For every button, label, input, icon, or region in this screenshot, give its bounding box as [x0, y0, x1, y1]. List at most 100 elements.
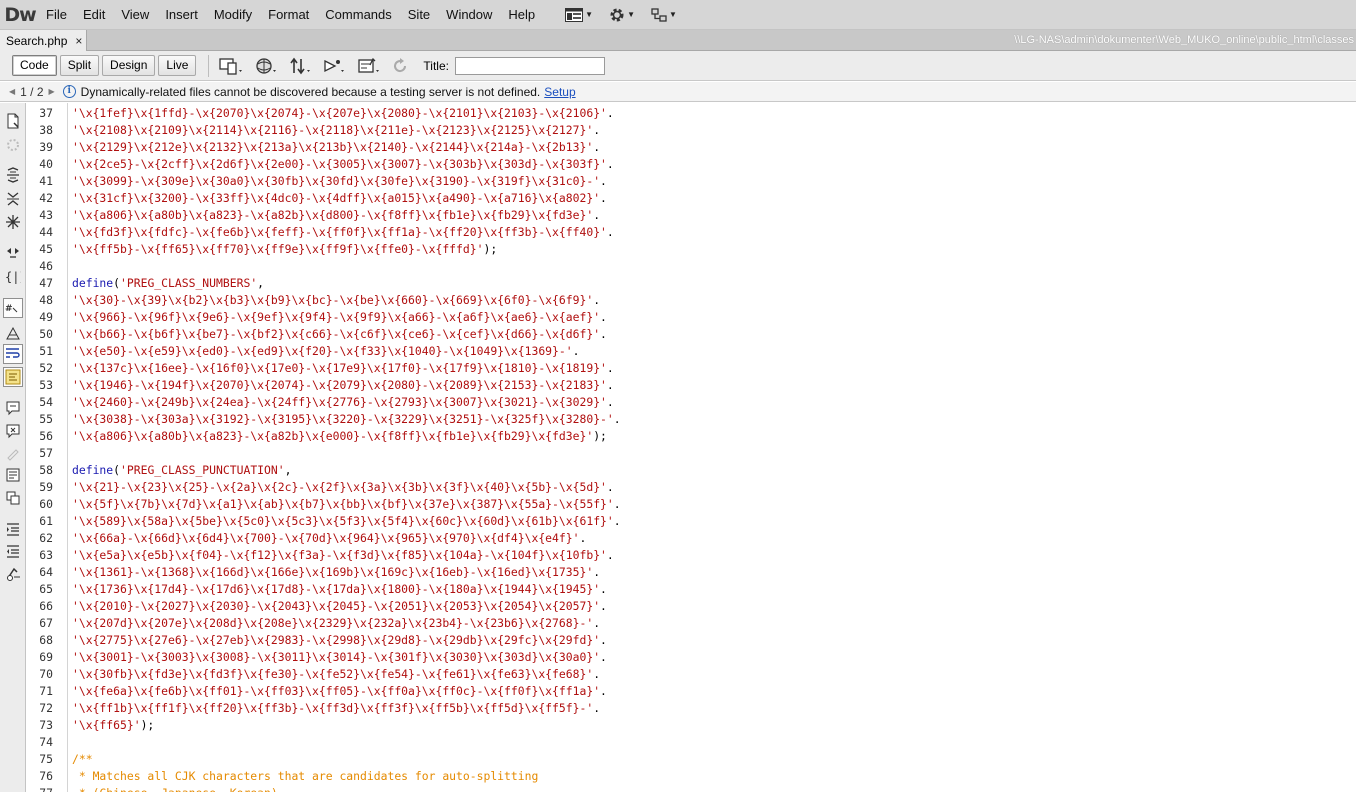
menu-format[interactable]: Format — [260, 0, 317, 30]
code-line[interactable]: 57 — [27, 445, 53, 462]
code-line[interactable]: 59 '\x{21}-\x{23}\x{25}-\x{2a}\x{2c}-\x{2… — [27, 479, 613, 496]
preview-in-browser-icon[interactable] — [255, 56, 279, 76]
setup-link[interactable]: Setup — [544, 85, 575, 99]
code-line[interactable]: 68 '\x{2775}\x{27e6}-\x{27eb}\x{2983}-\x{… — [27, 632, 607, 649]
collapse-selection-icon[interactable] — [5, 191, 21, 207]
word-wrap-toggle[interactable] — [3, 344, 23, 364]
design-view-button[interactable]: Design — [102, 55, 156, 76]
tab-search-php[interactable]: Search.php × — [0, 30, 87, 51]
code-line[interactable]: 63 '\x{e5a}\x{e5b}\x{f04}-\x{f12}\x{f3a}-… — [27, 547, 613, 564]
code-line[interactable]: 61 '\x{589}\x{58a}\x{5be}\x{5c0}\x{5c3}\x… — [27, 513, 620, 530]
previous-arrow-icon[interactable]: ◀ — [9, 87, 15, 96]
code-line[interactable]: 60 '\x{5f}\x{7b}\x{7d}\x{a1}\x{ab}\x{b7}\… — [27, 496, 620, 513]
expand-all-icon[interactable] — [5, 214, 21, 230]
outdent-code-icon[interactable] — [5, 543, 21, 559]
code-line[interactable]: 76 * Matches all CJK characters that are… — [27, 768, 538, 785]
code-line[interactable]: 50 '\x{b66}-\x{b6f}\x{be7}-\x{bf2}\x{c66}… — [27, 326, 607, 343]
code-token: . — [606, 361, 614, 375]
code-token: '\x{2ce5}-\x{2cff}\x{2d6f}\x{2e00}-\x{30… — [72, 157, 607, 171]
code-token: '\x{5f}\x{7b}\x{7d}\x{a1}\x{ab}\x{b7}\x{… — [72, 497, 614, 511]
code-line[interactable]: 70 '\x{30fb}\x{fd3e}\x{fd3f}\x{fe30}-\x{f… — [27, 666, 600, 683]
recent-snippets-icon[interactable] — [5, 467, 21, 483]
code-line[interactable]: 56 '\x{a806}\x{a80b}\x{a823}-\x{a82b}\x{e… — [27, 428, 607, 445]
visual-aids-icon[interactable] — [357, 56, 381, 76]
svg-text:#: # — [5, 304, 13, 314]
layout-menu-button[interactable]: ▼ — [565, 5, 593, 25]
format-source-code-icon[interactable] — [5, 566, 21, 582]
balance-braces-icon[interactable]: {|} — [5, 269, 21, 285]
code-line[interactable]: 67 '\x{207d}\x{207e}\x{208d}\x{208e}\x{23… — [27, 615, 600, 632]
code-line[interactable]: 65 '\x{1736}\x{17d4}-\x{17d6}\x{17d8}-\x{… — [27, 581, 607, 598]
code-line[interactable]: 49 '\x{966}-\x{96f}\x{9e6}-\x{9ef}\x{9f4}… — [27, 309, 607, 326]
code-line[interactable]: 48 '\x{30}-\x{39}\x{b2}\x{b3}\x{b9}\x{bc}… — [27, 292, 600, 309]
live-view-button[interactable]: Live — [158, 55, 197, 76]
code-line[interactable]: 75 /** — [27, 751, 92, 768]
code-line[interactable]: 40 '\x{2ce5}-\x{2cff}\x{2d6f}\x{2e00}-\x{… — [27, 156, 613, 173]
code-line[interactable]: 42 '\x{31cf}\x{3200}-\x{33ff}\x{4dc0}-\x{… — [27, 190, 607, 207]
title-input[interactable] — [454, 56, 605, 75]
multiscreen-icon[interactable] — [219, 56, 245, 76]
code-line[interactable]: 62 '\x{66a}-\x{66d}\x{6d4}\x{700}-\x{70d}… — [27, 530, 586, 547]
line-numbers-toggle[interactable]: # — [3, 298, 23, 318]
menu-commands[interactable]: Commands — [317, 0, 399, 30]
code-line[interactable]: 73 '\x{ff65}'); — [27, 717, 154, 734]
extensions-menu-button[interactable]: ▼ — [651, 5, 677, 25]
code-line[interactable]: 54 '\x{2460}-\x{249b}\x{24ea}-\x{24ff}\x{… — [27, 394, 613, 411]
indent-code-icon[interactable] — [5, 521, 21, 537]
code-line[interactable]: 38 '\x{2108}\x{2109}\x{2114}\x{2116}-\x{2… — [27, 122, 600, 139]
syntax-coloring-toggle[interactable] — [3, 367, 23, 387]
close-icon[interactable]: × — [75, 34, 82, 48]
code-line[interactable]: 43 '\x{a806}\x{a80b}\x{a823}-\x{a82b}\x{d… — [27, 207, 600, 224]
collapse-full-tag-icon[interactable] — [5, 167, 21, 183]
settings-menu-button[interactable]: ▼ — [609, 5, 635, 25]
refresh-icon[interactable] — [391, 56, 409, 76]
code-text: * (Chinese, Japanese, Korean). — [72, 785, 285, 792]
open-documents-icon[interactable] — [5, 113, 21, 129]
code-view-button[interactable]: Code — [12, 55, 57, 76]
code-line[interactable]: 45 '\x{ff5b}-\x{ff65}\x{ff70}\x{ff9e}\x{f… — [27, 241, 497, 258]
code-line[interactable]: 64 '\x{1361}-\x{1368}\x{166d}\x{166e}\x{1… — [27, 564, 600, 581]
code-text: '\x{3001}-\x{3003}\x{3008}-\x{3011}\x{30… — [72, 649, 607, 666]
select-parent-tag-icon[interactable] — [5, 245, 21, 261]
code-line[interactable]: 66 '\x{2010}-\x{2027}\x{2030}-\x{2043}\x{… — [27, 598, 607, 615]
menu-modify[interactable]: Modify — [206, 0, 260, 30]
file-management-icon[interactable] — [289, 56, 313, 76]
code-line[interactable]: 47 define('PREG_CLASS_NUMBERS', — [27, 275, 264, 292]
highlight-invalid-code-icon[interactable] — [5, 325, 21, 341]
code-line[interactable]: 46 — [27, 258, 53, 275]
menu-view[interactable]: View — [113, 0, 157, 30]
remove-comment-icon[interactable] — [5, 423, 21, 439]
code-line[interactable]: 74 — [27, 734, 53, 751]
code-line[interactable]: 39 '\x{2129}\x{212e}\x{2132}\x{213a}\x{21… — [27, 139, 600, 156]
menu-help[interactable]: Help — [500, 0, 543, 30]
line-number: 64 — [39, 565, 53, 579]
code-line[interactable]: 51 '\x{e50}-\x{e59}\x{ed0}-\x{ed9}\x{f20}… — [27, 343, 579, 360]
code-token: ); — [483, 242, 498, 256]
code-line[interactable]: 41 '\x{3099}-\x{309e}\x{30a0}\x{30fb}\x{3… — [27, 173, 607, 190]
line-number: 59 — [39, 480, 53, 494]
apply-comment-icon[interactable] — [5, 400, 21, 416]
split-view-button[interactable]: Split — [59, 55, 100, 76]
code-line[interactable]: 44 '\x{fd3f}\x{fdfc}-\x{fe6b}\x{feff}-\x{… — [27, 224, 613, 241]
code-line[interactable]: 69 '\x{3001}-\x{3003}\x{3008}-\x{3011}\x{… — [27, 649, 607, 666]
menu-insert[interactable]: Insert — [157, 0, 206, 30]
menu-edit[interactable]: Edit — [75, 0, 113, 30]
next-arrow-icon[interactable]: ▶ — [49, 87, 55, 96]
code-line[interactable]: 77 * (Chinese, Japanese, Korean). — [27, 785, 284, 792]
menu-window[interactable]: Window — [438, 0, 500, 30]
line-number: 61 — [39, 514, 53, 528]
code-line[interactable]: 72 '\x{ff1b}\x{ff1f}\x{ff20}\x{ff3b}-\x{f… — [27, 700, 600, 717]
menu-site[interactable]: Site — [400, 0, 438, 30]
code-text: /** — [72, 751, 93, 768]
debug-icon[interactable] — [323, 56, 347, 76]
move-css-icon[interactable] — [5, 490, 21, 506]
code-line[interactable]: 53 '\x{1946}-\x{194f}\x{2070}\x{2074}-\x{… — [27, 377, 613, 394]
code-line[interactable]: 71 '\x{fe6a}\x{fe6b}\x{ff01}-\x{ff03}\x{f… — [27, 683, 607, 700]
code-line[interactable]: 58 define('PREG_CLASS_PUNCTUATION', — [27, 462, 291, 479]
line-numbers-icon: # — [5, 304, 18, 314]
code-line[interactable]: 52 '\x{137c}\x{16ee}-\x{16f0}\x{17e0}-\x{… — [27, 360, 613, 377]
code-editor[interactable]: 37 '\x{1fef}\x{1ffd}-\x{2070}\x{2074}-\x{… — [27, 103, 1356, 792]
menu-file[interactable]: File — [38, 0, 75, 30]
code-line[interactable]: 55 '\x{3038}-\x{303a}\x{3192}-\x{3195}\x{… — [27, 411, 620, 428]
code-line[interactable]: 37 '\x{1fef}\x{1ffd}-\x{2070}\x{2074}-\x{… — [27, 105, 613, 122]
